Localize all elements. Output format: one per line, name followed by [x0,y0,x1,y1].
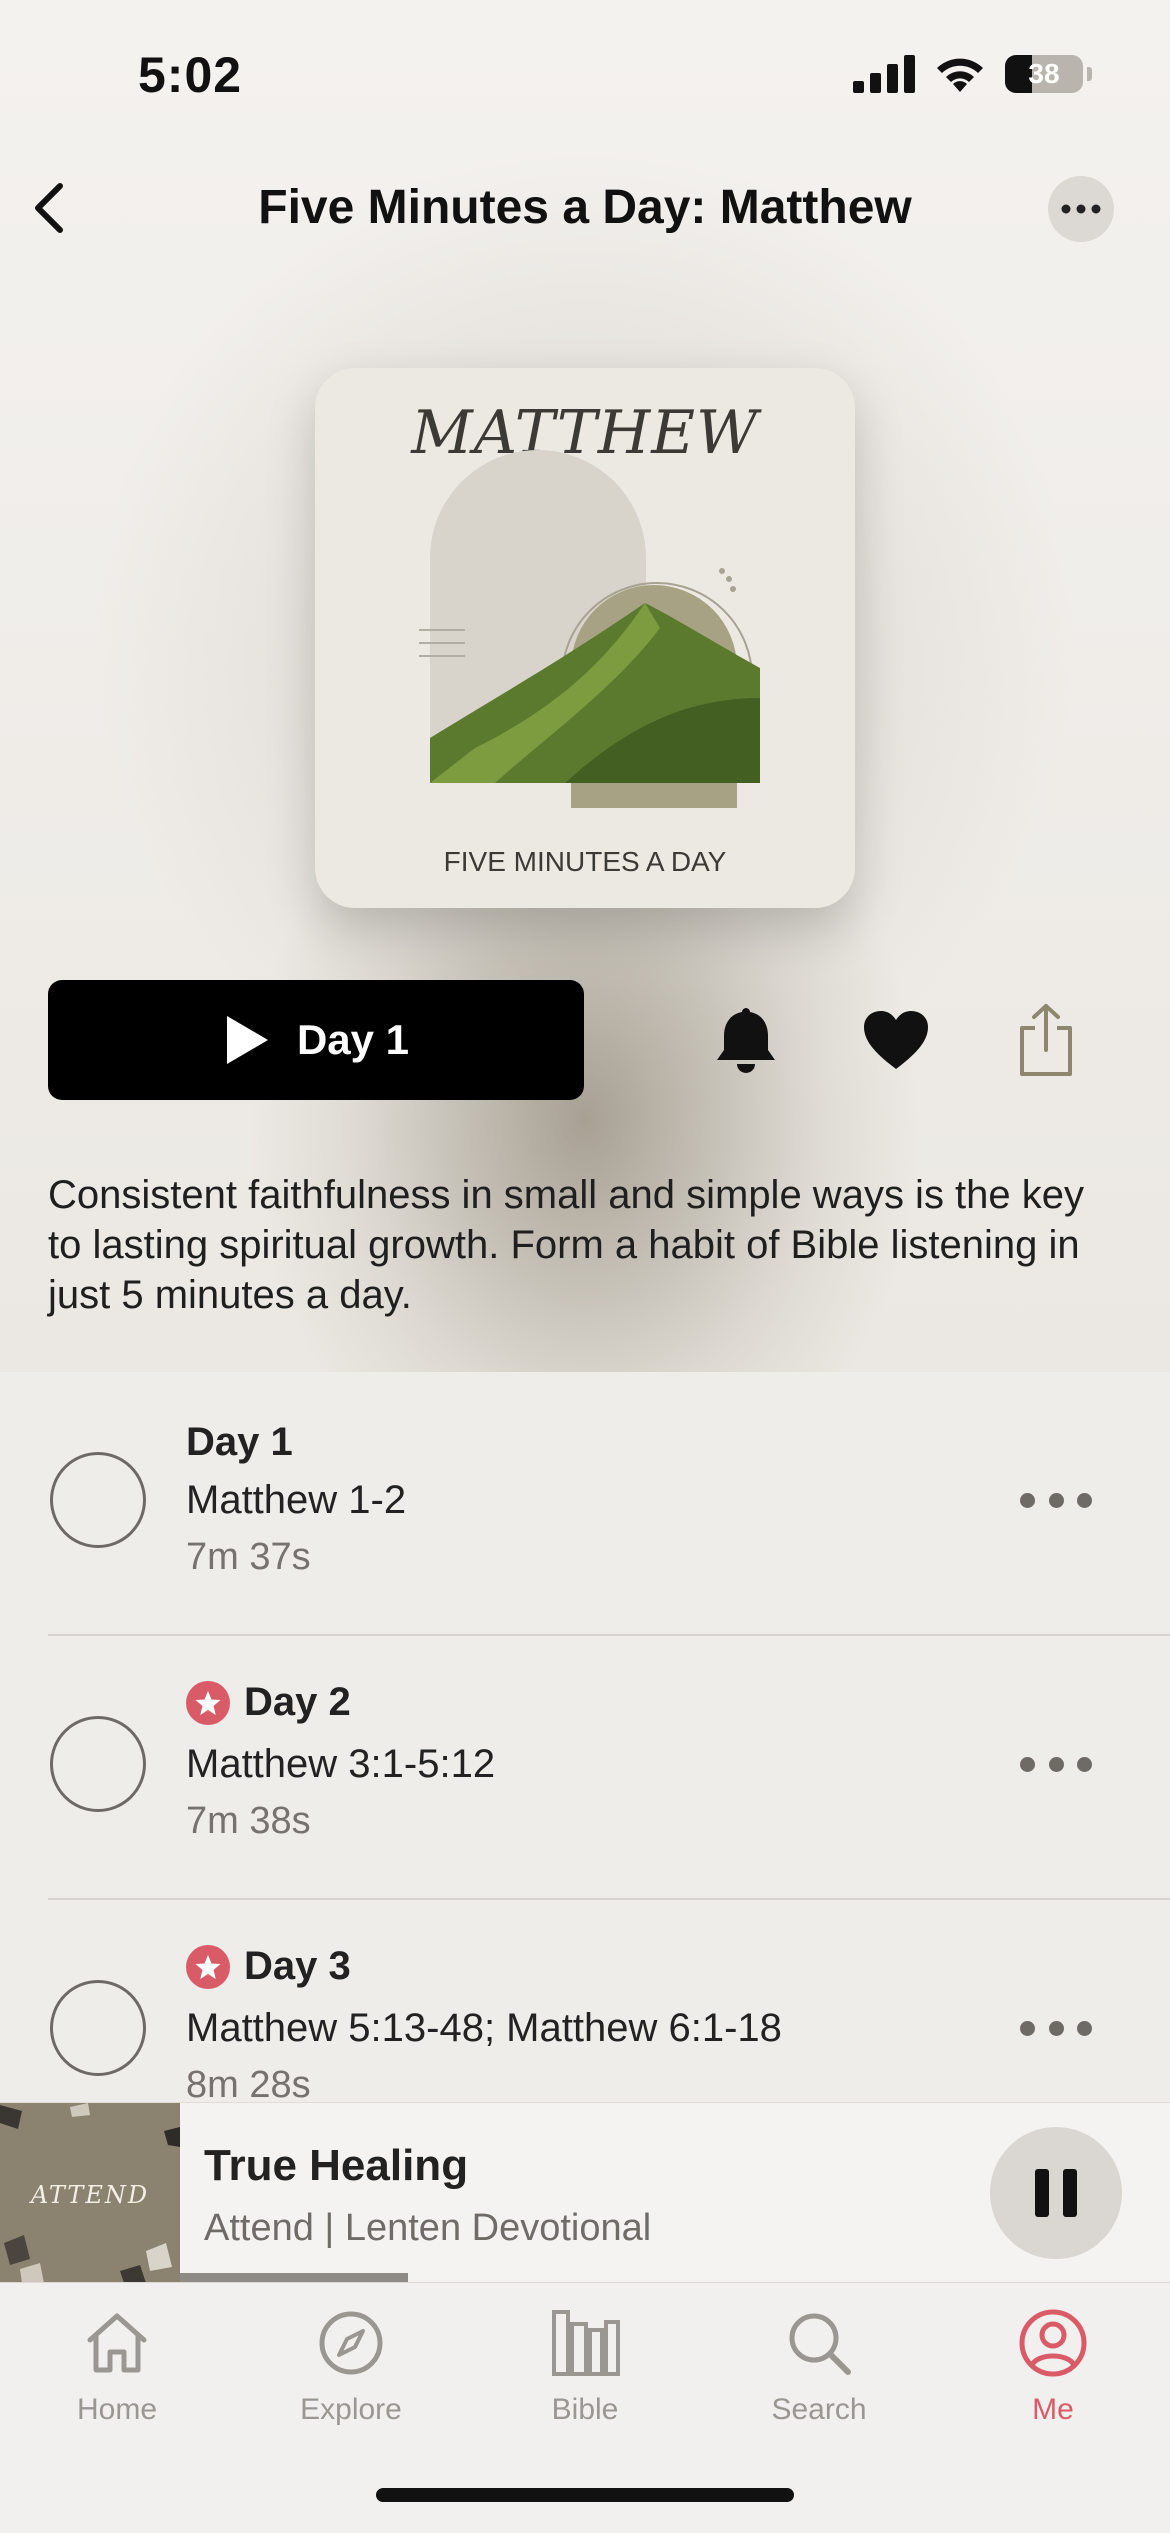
day-duration: 7m 37s [186,1536,311,1578]
day-list: Day 1 Matthew 1-2 7m 37s Day 2 Matthew 3… [0,1372,1170,2164]
share-icon [1020,1004,1072,1076]
plan-description: Consistent faithfulness in small and sim… [48,1173,1085,1317]
tab-label: Home [76,2393,158,2426]
tab-me[interactable]: Me [936,2303,1170,2427]
day-passage: Matthew 1-2 [186,1478,407,1522]
share-button[interactable] [1008,1002,1084,1078]
day-duration: 8m 28s [186,2064,311,2106]
tab-search[interactable]: Search [702,2303,936,2427]
star-badge-icon [186,1680,230,1725]
status-bar: 5:02 38 [0,46,1170,110]
mountain-artwork [419,450,760,808]
favorite-button[interactable] [858,1002,934,1078]
play-button-label: Day 1 [296,1016,410,1063]
star-badge-icon [186,1944,230,1989]
bible-books-icon [552,2310,620,2376]
now-playing-artwork: ATTEND [0,2103,180,2283]
battery-icon: 38 [1005,55,1083,93]
battery-level: 38 [1028,58,1060,89]
list-item-day-1[interactable]: Day 1 Matthew 1-2 7m 37s [0,1372,1170,1636]
navigation-bar: Five Minutes a Day: Matthew [0,168,1170,248]
bell-icon [717,1008,775,1073]
day-more-button[interactable] [1020,2013,1092,2043]
tab-home[interactable]: Home [0,2303,234,2427]
cover-subtitle: FIVE MINUTES A DAY [443,846,727,877]
plan-cover-art: MATTHEW FIVE MINUTES A DAY [315,368,855,908]
ellipsis-icon [1061,204,1101,214]
day-passage: Matthew 5:13-48; Matthew 6:1-18 [186,2006,782,2050]
tab-explore[interactable]: Explore [234,2303,468,2427]
play-day-button[interactable]: Day 1 [48,980,584,1100]
day-title: Day 1 [186,1420,293,1465]
pause-icon [1035,2169,1049,2217]
tab-label: Bible [551,2393,619,2426]
completion-checkbox[interactable] [50,1980,146,2076]
day-title-text: Day 3 [244,1944,351,1988]
day-duration: 7m 38s [186,1800,311,1842]
day-title-text: Day 2 [244,1680,351,1724]
tab-bible[interactable]: Bible [468,2303,702,2427]
home-indicator [376,2488,794,2502]
artwork-text: ATTEND [30,2181,150,2209]
page-title: Five Minutes a Day: Matthew [258,181,912,234]
day-title: Day 2 [186,1680,351,1725]
mini-player[interactable]: ATTEND True Healing Attend | Lenten Devo… [0,2102,1170,2283]
more-options-button[interactable] [1048,176,1114,242]
reminder-button[interactable] [708,1002,784,1078]
heart-icon [864,1011,928,1069]
list-item-day-2[interactable]: Day 2 Matthew 3:1-5:12 7m 38s [0,1636,1170,1900]
day-title-text: Day 1 [186,1420,293,1464]
pause-button[interactable] [990,2127,1122,2259]
status-time: 5:02 [138,47,243,103]
search-icon [789,2313,851,2375]
day-more-button[interactable] [1020,1749,1092,1779]
tab-label: Explore [300,2393,402,2426]
home-icon [87,2313,147,2373]
compass-icon [319,2311,383,2375]
day-more-button[interactable] [1020,1485,1092,1515]
completion-checkbox[interactable] [50,1716,146,1812]
tab-label: Me [1032,2393,1074,2426]
plan-controls: Day 1 [48,980,1128,1100]
now-playing-title: True Healing [204,2141,469,2190]
cellular-signal-icon [853,55,915,93]
day-passage: Matthew 3:1-5:12 [186,1742,496,1786]
now-playing-subtitle: Attend | Lenten Devotional [204,2207,652,2249]
status-icons: 38 [853,54,1092,94]
play-icon [226,1016,268,1064]
wifi-icon [937,58,983,92]
tab-label: Search [771,2393,867,2426]
profile-icon [1019,2309,1087,2377]
completion-checkbox[interactable] [50,1452,146,1548]
day-title: Day 3 [186,1944,351,1989]
